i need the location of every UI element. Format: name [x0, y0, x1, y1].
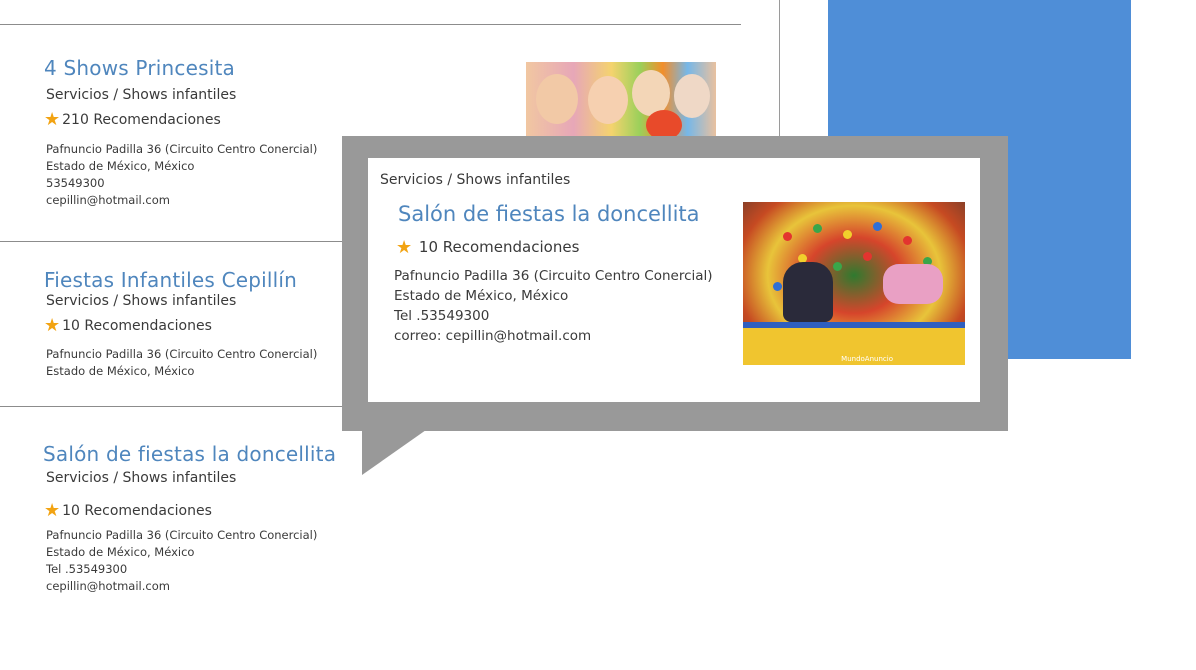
ball [863, 252, 872, 261]
popover-title[interactable]: Salón de fiestas la doncellita [398, 202, 700, 226]
star-icon: ★ [44, 500, 61, 521]
popover-card[interactable]: Servicios / Shows infantiles Salón de fi… [368, 158, 980, 402]
divider-2 [0, 406, 342, 407]
listing-email[interactable]: cepillin@hotmail.com [46, 192, 317, 209]
listing-title[interactable]: Fiestas Infantiles Cepillín [44, 268, 297, 292]
ball [903, 236, 912, 245]
listing-phone: 53549300 [46, 176, 105, 190]
listing-phone: Tel .53549300 [46, 562, 128, 576]
listing-contact: Pafnuncio Padilla 36 (Circuito Centro Co… [46, 346, 317, 380]
popover-region: Estado de México, México [394, 288, 569, 304]
listing-address: Pafnuncio Padilla 36 (Circuito Centro Co… [46, 528, 318, 542]
listing-region: Estado de México, México [46, 545, 195, 559]
child-face [674, 74, 710, 118]
popover-category[interactable]: Servicios / Shows infantiles [380, 172, 570, 188]
listing-recommendations: ★ 210 Recomendaciones [44, 109, 221, 130]
ball [783, 232, 792, 241]
popover-contact: Pafnuncio Padilla 36 (Circuito Centro Co… [394, 266, 713, 346]
listing-photo[interactable] [526, 62, 716, 137]
divider-1 [0, 241, 342, 242]
column-divider [779, 0, 780, 137]
listing-category[interactable]: Servicios / Shows infantiles [46, 87, 236, 103]
listing-category[interactable]: Servicios / Shows infantiles [46, 293, 236, 309]
listing-recommendations: ★ 10 Recomendaciones [44, 315, 212, 336]
photo-watermark: MundoAnuncio [841, 355, 893, 363]
listing-address: Pafnuncio Padilla 36 (Circuito Centro Co… [46, 142, 318, 156]
popover-recommendations: ★ 10 Recomendaciones [396, 237, 580, 258]
listing-address: Pafnuncio Padilla 36 (Circuito Centro Co… [46, 347, 318, 361]
listing-region: Estado de México, México [46, 159, 195, 173]
child-figure [883, 264, 943, 304]
popover-phone: Tel .53549300 [394, 308, 490, 324]
star-icon: ★ [44, 109, 61, 130]
popover-address: Pafnuncio Padilla 36 (Circuito Centro Co… [394, 268, 713, 284]
star-icon: ★ [396, 237, 413, 258]
listing-category[interactable]: Servicios / Shows infantiles [46, 470, 236, 486]
listing-title[interactable]: Salón de fiestas la doncellita [43, 442, 336, 466]
listing-recommendations: ★ 10 Recomendaciones [44, 500, 212, 521]
ball [813, 224, 822, 233]
divider-top [0, 24, 741, 25]
ball [843, 230, 852, 239]
child-face [536, 74, 578, 124]
star-icon: ★ [44, 315, 61, 336]
listing-title[interactable]: 4 Shows Princesita [44, 56, 235, 80]
popover-email[interactable]: correo: cepillin@hotmail.com [394, 326, 713, 346]
listing-email[interactable]: cepillin@hotmail.com [46, 578, 317, 595]
ball [833, 262, 842, 271]
child-face [588, 76, 628, 124]
listing-contact: Pafnuncio Padilla 36 (Circuito Centro Co… [46, 527, 317, 595]
popover-photo[interactable]: MundoAnuncio [743, 202, 965, 365]
balloon [646, 110, 682, 137]
popover-tail [362, 430, 426, 475]
listing-contact: Pafnuncio Padilla 36 (Circuito Centro Co… [46, 141, 317, 209]
ball [773, 282, 782, 291]
child-figure [783, 262, 833, 322]
ball [873, 222, 882, 231]
listing-region: Estado de México, México [46, 364, 195, 378]
